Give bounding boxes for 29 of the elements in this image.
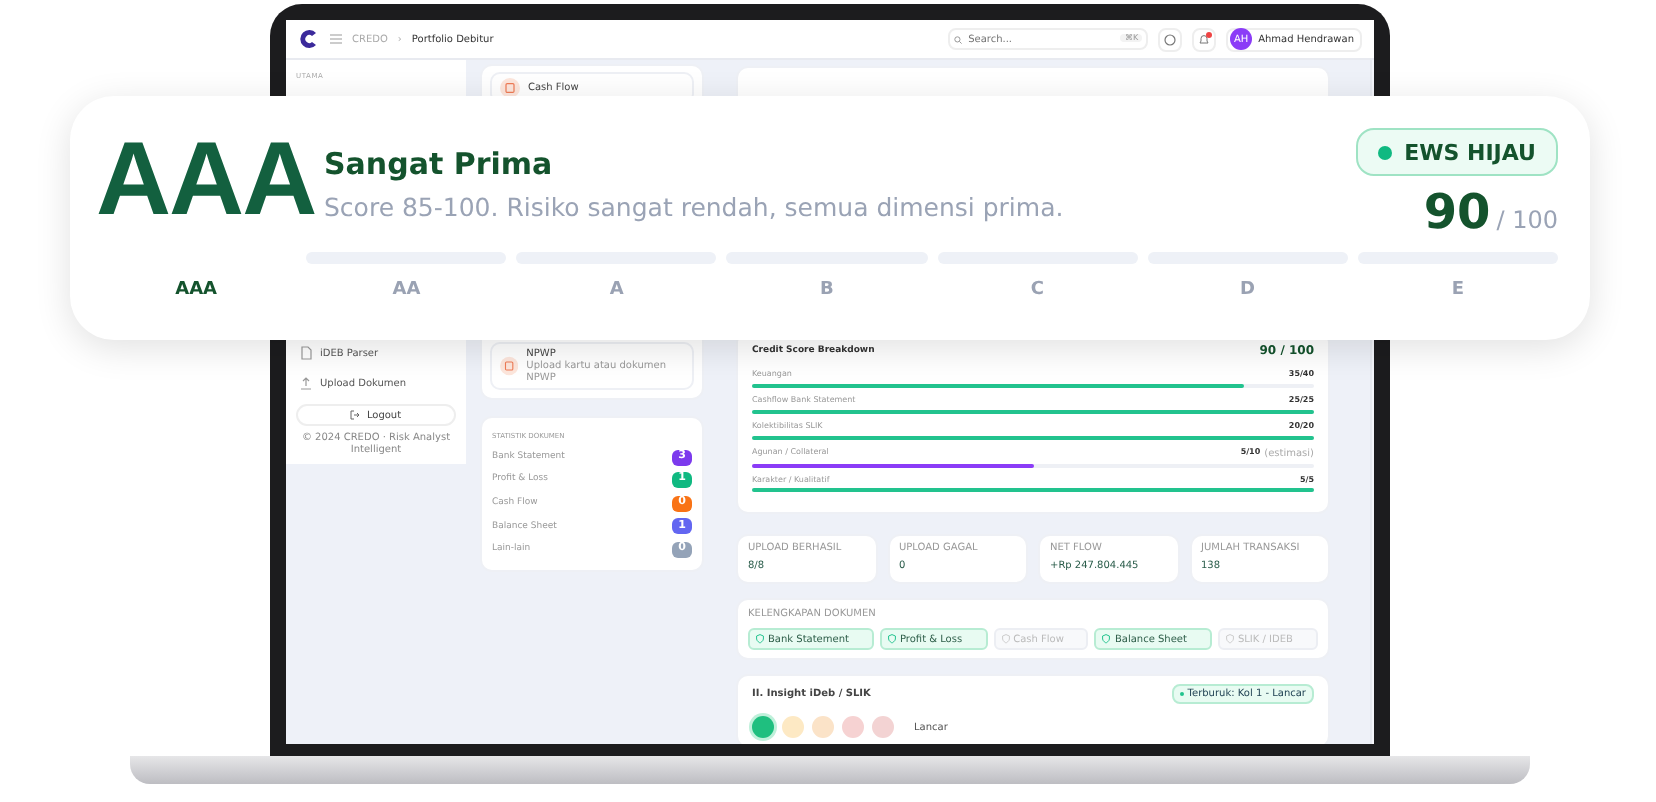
score-value: 90 — [1423, 184, 1491, 240]
shield-icon — [1225, 634, 1234, 645]
ews-badge: EWS HIJAU — [1356, 128, 1558, 176]
rating-grade: AAA — [96, 120, 318, 240]
scale-label: D — [1240, 280, 1256, 300]
file-icon — [300, 346, 312, 360]
rating-description: Score 85-100. Risiko sangat rendah, semua dimensi prima. — [324, 192, 1064, 222]
scale-label: C — [1030, 280, 1044, 300]
status-dot-icon — [1179, 692, 1184, 697]
upload-icon — [300, 376, 312, 390]
notification-button[interactable] — [1192, 27, 1217, 51]
search-icon — [954, 35, 963, 43]
scale-label: E — [1451, 280, 1464, 300]
logo-icon — [298, 28, 320, 50]
shield-icon — [756, 634, 764, 645]
help-button[interactable] — [1158, 27, 1183, 51]
logout-icon — [350, 410, 361, 420]
score-max: / 100 — [1496, 206, 1558, 234]
scale-label: B — [820, 280, 834, 300]
shield-icon — [887, 634, 896, 645]
status-dot-icon — [1378, 145, 1393, 159]
scale-label: AAA — [175, 280, 218, 300]
scale-label: A — [609, 280, 624, 300]
scale-label: AA — [392, 280, 421, 300]
shield-icon — [1102, 634, 1111, 645]
bell-icon — [1198, 33, 1211, 45]
document-icon — [500, 356, 519, 376]
shield-icon — [1001, 634, 1010, 645]
rating-title: Sangat Prima — [324, 146, 555, 182]
